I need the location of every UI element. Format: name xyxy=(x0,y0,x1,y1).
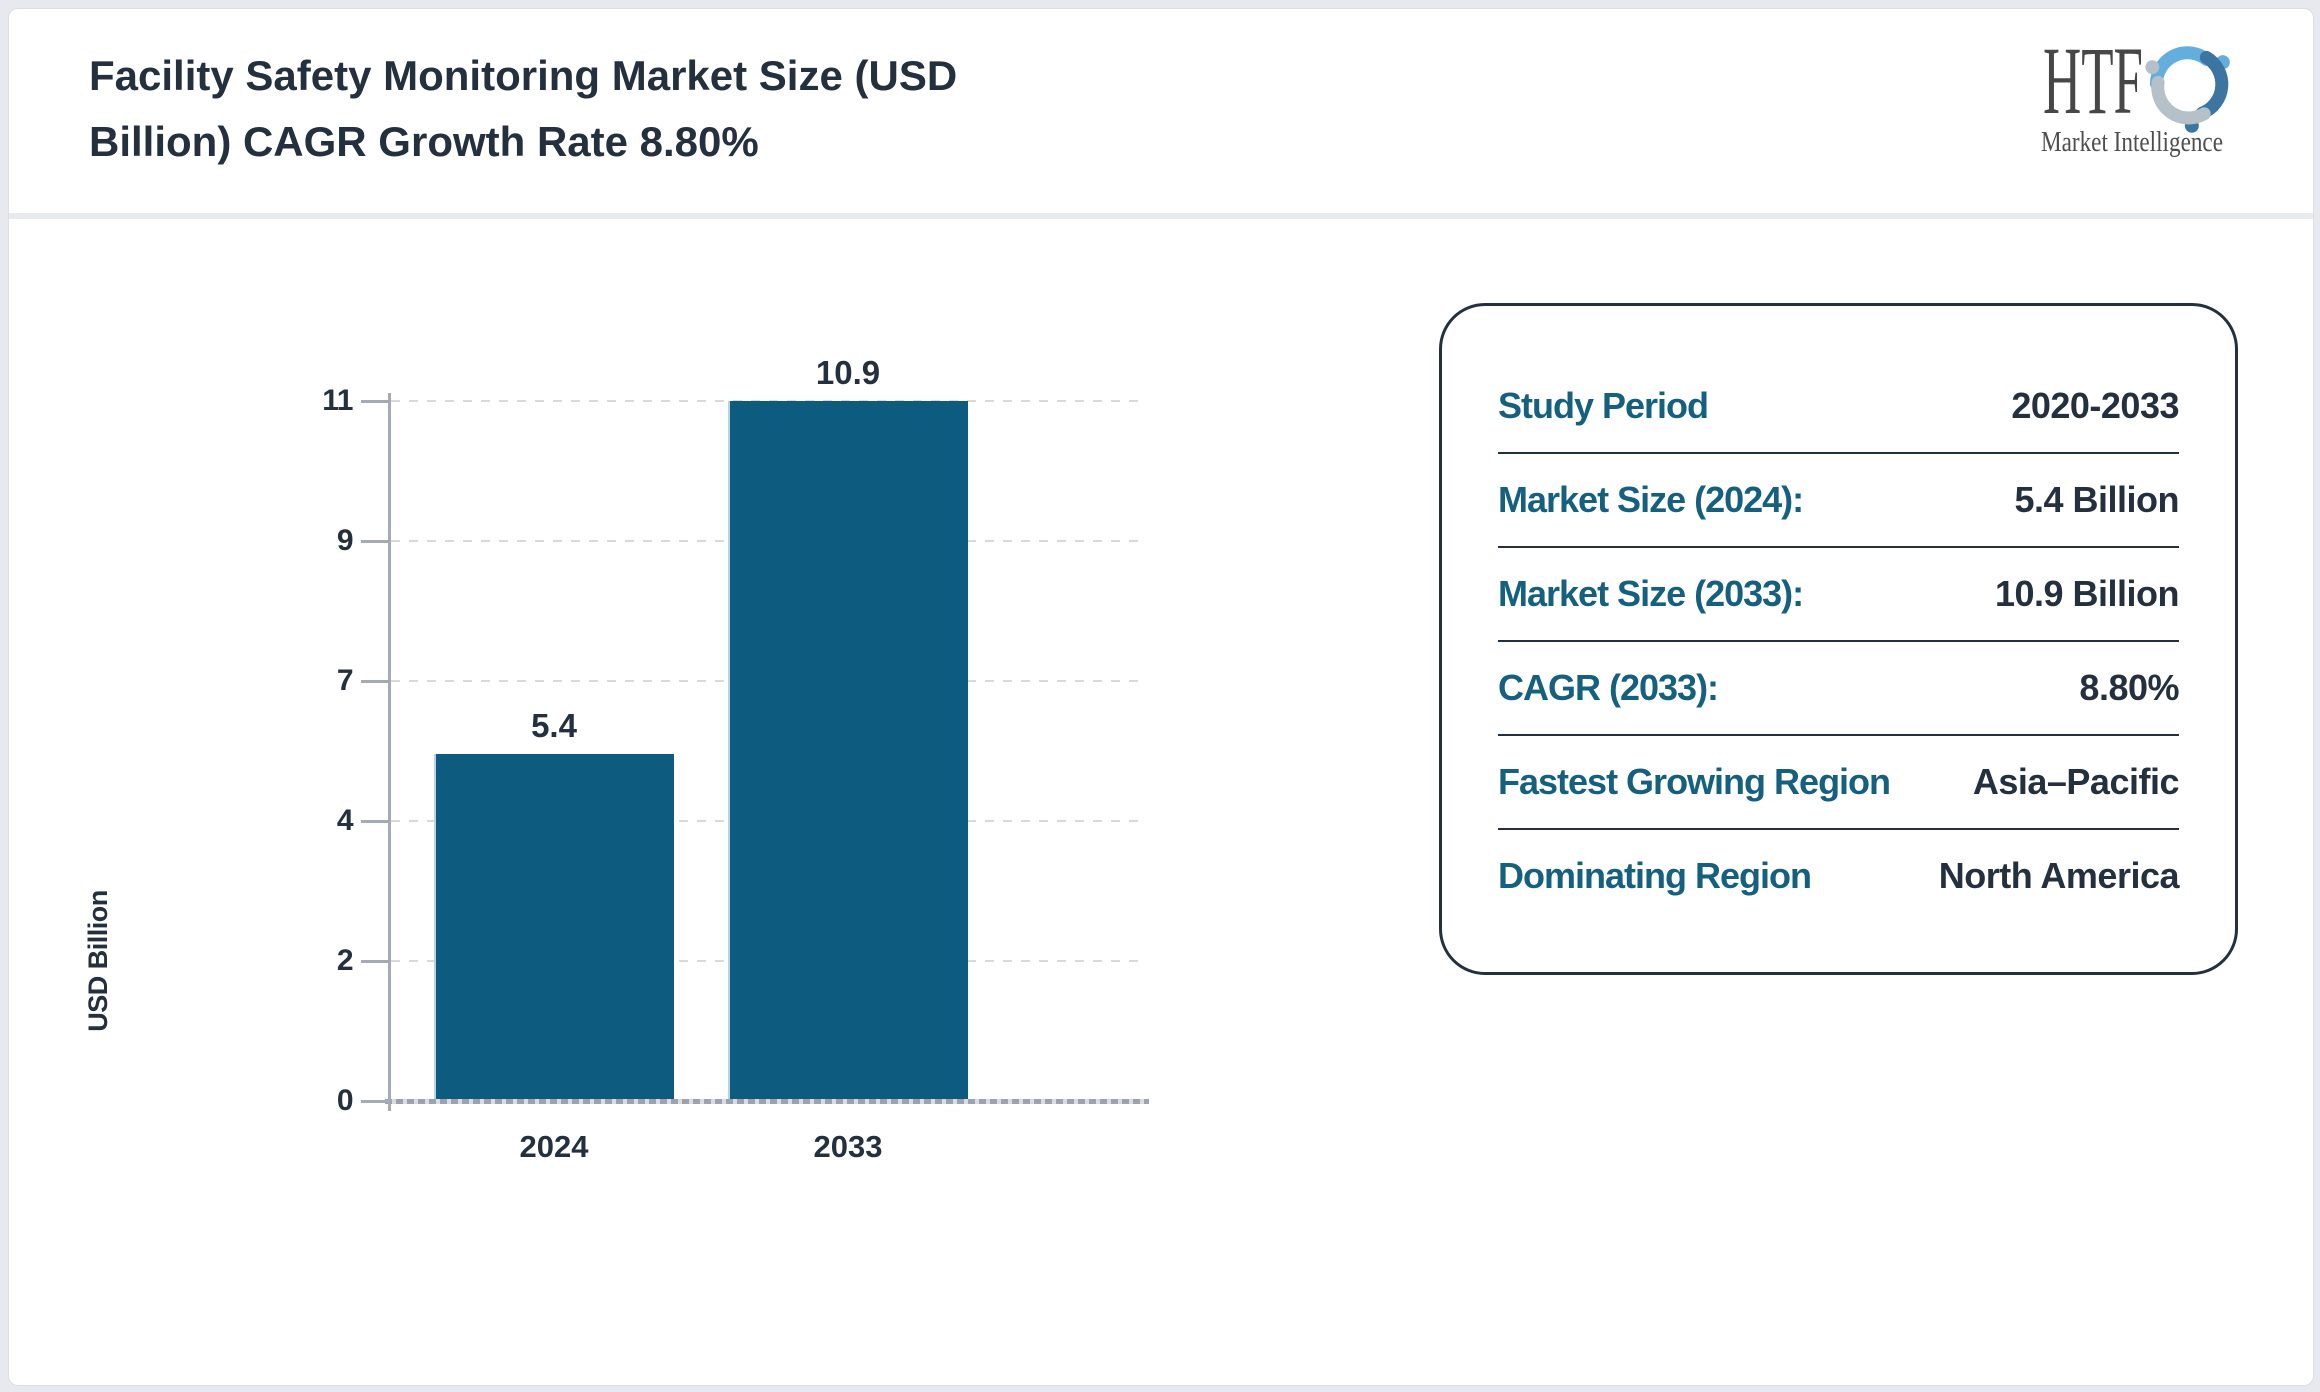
y-tick-label: 0 xyxy=(336,1084,354,1117)
bar-2024 xyxy=(434,754,674,1101)
summary-row-value: 5.4 Billion xyxy=(2014,479,2179,520)
y-tick-mark xyxy=(361,540,389,543)
summary-card: Study Period 2020-2033 Market Size (2024):… xyxy=(1439,303,2238,975)
summary-row: Market Size (2033): 10.9 Billion xyxy=(1498,548,2180,642)
page-title-line-1: Facility Safety Monitoring Market Size (… xyxy=(89,52,958,99)
bar-value-label: 5.4 xyxy=(531,707,577,744)
htf-market-intelligence-logo: HTF Market Intelligence xyxy=(2041,31,2230,158)
page-title: Facility Safety Monitoring Market Size (… xyxy=(89,43,1289,175)
y-axis-title: USD Billion xyxy=(83,890,113,1032)
summary-row-label: Dominating Region xyxy=(1498,855,1812,896)
summary-row-value: North America xyxy=(1938,855,2180,896)
bar-2033 xyxy=(728,401,968,1101)
y-tick-label: 11 xyxy=(322,384,353,417)
summary-row-value: 10.9 Billion xyxy=(1994,573,2180,614)
y-tick-mark xyxy=(361,680,389,683)
y-tick-label: 2 xyxy=(336,944,354,977)
bar-value-label: 10.9 xyxy=(815,354,881,391)
x-axis-baseline xyxy=(385,1099,1149,1104)
x-tick-label: 2024 xyxy=(519,1129,589,1164)
y-tick-label: 4 xyxy=(336,804,354,837)
summary-row: CAGR (2033): 8.80% xyxy=(1498,642,2179,736)
summary-row-value: 8.80% xyxy=(2079,667,2179,708)
summary-rows: Study Period 2020-2033 Market Size (2024):… xyxy=(1442,360,2235,922)
y-tick-mark xyxy=(361,1100,389,1103)
logo-swirl-icon xyxy=(2145,46,2230,133)
logo-subtext: Market Intelligence xyxy=(2041,127,2223,158)
summary-row-value: 2020-2033 xyxy=(2011,385,2179,426)
summary-row-label: Market Size (2024): xyxy=(1498,479,1804,520)
report-card: Facility Safety Monitoring Market Size (… xyxy=(8,8,2314,1386)
summary-row: Dominating Region North America xyxy=(1498,830,2180,922)
logo-htf-text: HTF xyxy=(2043,31,2143,134)
y-tick-label: 7 xyxy=(336,664,354,697)
summary-row-label: Market Size (2033): xyxy=(1498,573,1804,614)
summary-row-value: Asia–Pacific xyxy=(1972,761,2180,802)
x-tick-label: 2033 xyxy=(813,1129,883,1164)
y-axis xyxy=(388,393,391,1111)
summary-row: Study Period 2020-2033 xyxy=(1498,360,2179,454)
y-tick-mark xyxy=(361,400,389,403)
y-tick-mark xyxy=(361,820,389,823)
summary-row: Fastest Growing Region Asia–Pacific xyxy=(1498,736,2180,830)
y-tick-mark xyxy=(361,960,389,963)
page-title-line-2: Billion) CAGR Growth Rate 8.80% xyxy=(89,118,759,165)
summary-row-label: Study Period xyxy=(1498,385,1709,426)
summary-row-label: Fastest Growing Region xyxy=(1498,761,1891,802)
bar-chart: USD Billion 0 2 4 7 9 11 5.4 2024 10.9 2033 xyxy=(9,219,1409,1219)
summary-row: Market Size (2024): 5.4 Billion xyxy=(1498,454,2179,548)
summary-row-label: CAGR (2033): xyxy=(1498,667,1719,708)
y-tick-label: 9 xyxy=(336,524,354,557)
